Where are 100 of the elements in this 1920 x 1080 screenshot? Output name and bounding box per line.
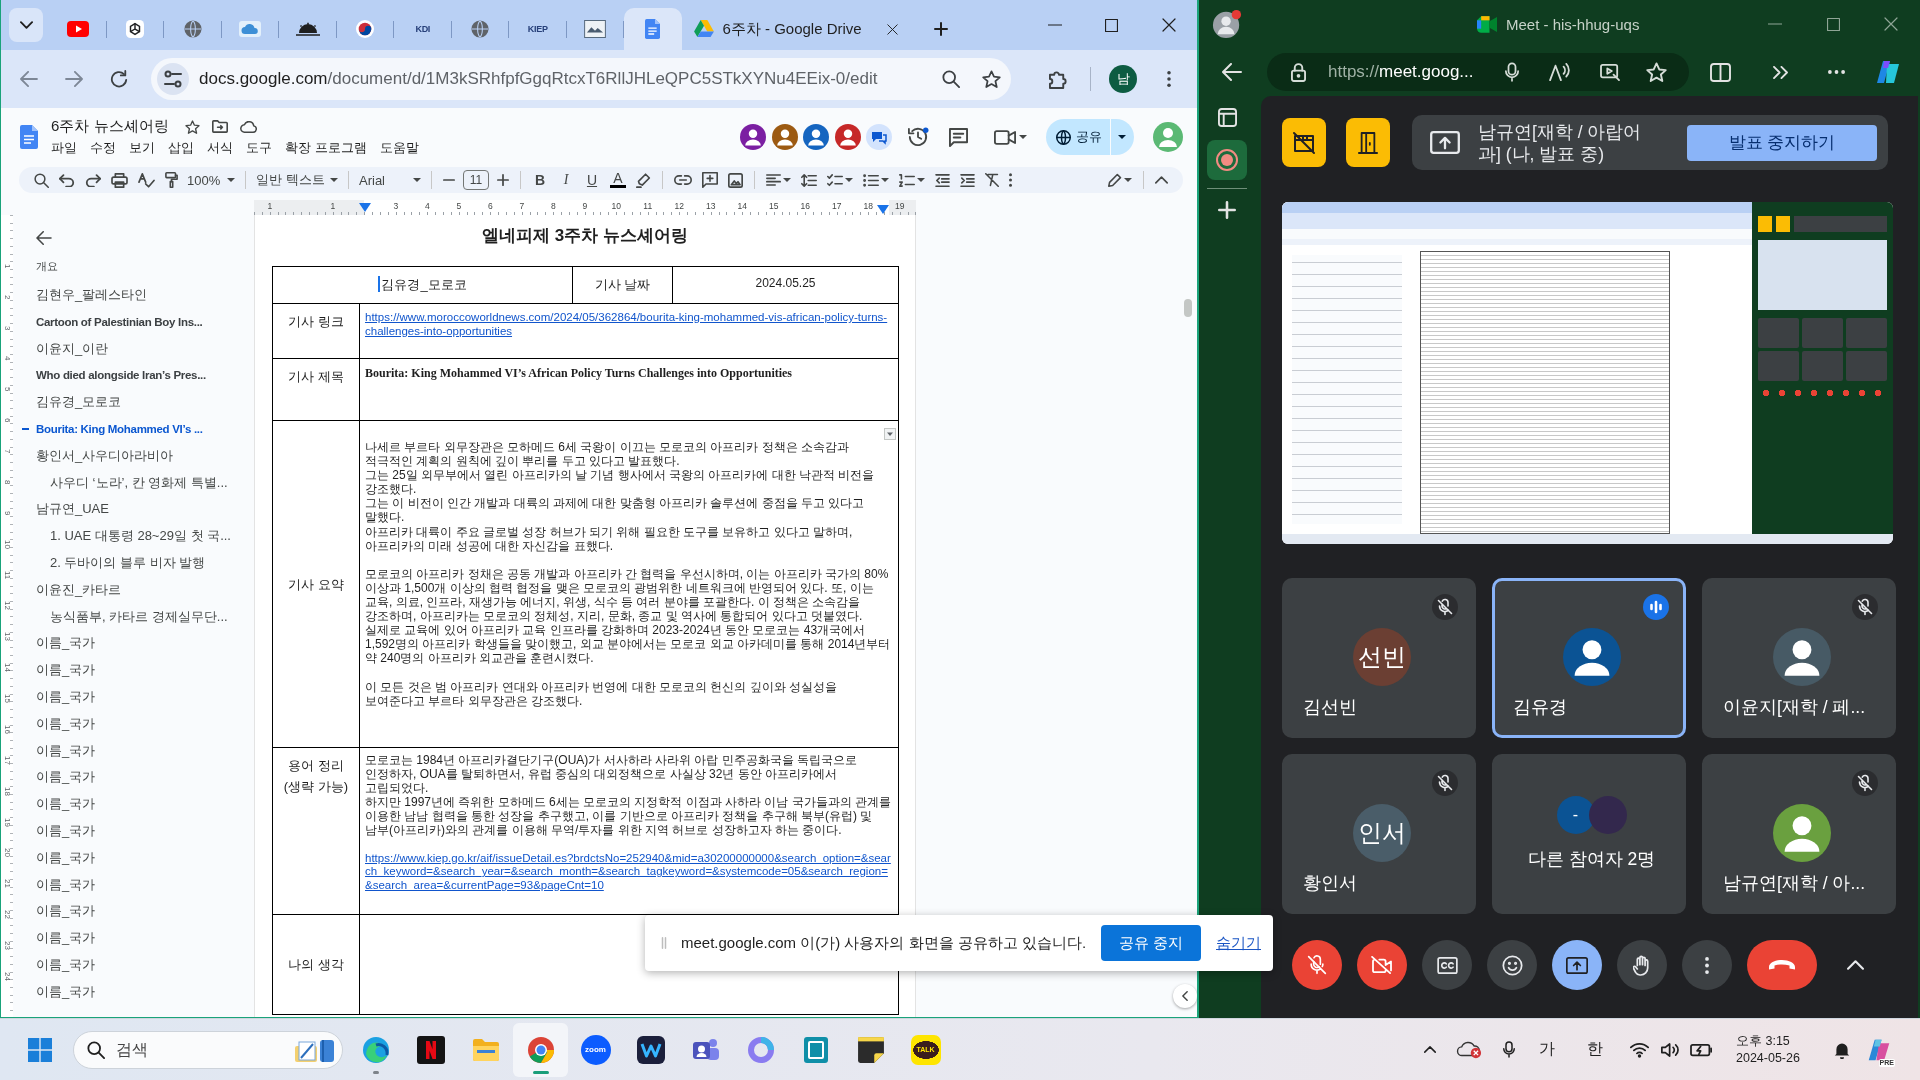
outline-item[interactable]: 이름_국가: [36, 715, 96, 732]
avatar-icon[interactable]: [803, 124, 829, 150]
reload-icon[interactable]: [110, 70, 128, 88]
outline-item[interactable]: 남규연_UAE: [36, 501, 109, 518]
slanted-logo-icon[interactable]: [1867, 1037, 1891, 1062]
outline-item[interactable]: 이윤지_이란: [36, 340, 109, 357]
avatar-icon[interactable]: [834, 124, 861, 150]
outline-item[interactable]: 농식품부, 카타르 경제실무단...: [50, 608, 228, 625]
leave-call-button[interactable]: [1747, 940, 1817, 990]
url-text[interactable]: docs.google.com/document/d/1M3kSRhfpfGgqRtcxT6RllJHLeQPC5STkXYNu4EEix-0/edit: [199, 69, 878, 89]
indent-marker-icon[interactable]: [358, 203, 371, 212]
outline-item[interactable]: 이름_국가: [36, 796, 96, 813]
lock-icon[interactable]: [1291, 62, 1306, 82]
magnifier-icon[interactable]: [942, 70, 960, 88]
menu-icon[interactable]: [1167, 71, 1171, 87]
align-left-icon[interactable]: [766, 174, 781, 186]
wifi-icon[interactable]: [1629, 1041, 1649, 1058]
comment-icon[interactable]: [949, 127, 968, 147]
chevron-up-icon[interactable]: [1155, 176, 1168, 184]
door-button[interactable]: [1346, 118, 1390, 167]
font-size-field[interactable]: 11: [463, 170, 489, 190]
split-screen-icon[interactable]: [1710, 62, 1731, 82]
more-icon[interactable]: [1009, 173, 1012, 187]
outline-item[interactable]: 김현우_팔레스타인: [36, 287, 148, 303]
language-indicator[interactable]: 한: [1587, 1039, 1603, 1060]
menu-item[interactable]: 도구: [246, 139, 272, 157]
star-icon[interactable]: [184, 119, 200, 134]
history-icon[interactable]: [907, 127, 929, 147]
clock-time[interactable]: 오후 3:15: [1736, 1032, 1790, 1050]
cloud-error-icon[interactable]: [1456, 1040, 1482, 1059]
read-aloud-icon[interactable]: [1549, 63, 1571, 81]
address-field[interactable]: https://meet.goog...: [1267, 53, 1689, 91]
pencil-icon[interactable]: [1108, 173, 1122, 187]
more-icon[interactable]: [1828, 70, 1845, 74]
close-icon[interactable]: [886, 23, 898, 35]
microphone-icon[interactable]: [1505, 62, 1519, 82]
redo-icon[interactable]: [85, 173, 101, 187]
outline-item[interactable]: Bourita: King Mohammed VI’s ...: [21, 421, 203, 437]
menu-item[interactable]: 서식: [207, 139, 233, 157]
outline-item[interactable]: Cartoon of Palestinian Boy Ins...: [36, 313, 203, 330]
font-dropdown[interactable]: Arial: [355, 169, 425, 191]
menu-item[interactable]: 도움말: [379, 139, 419, 157]
avatar-icon[interactable]: [740, 124, 766, 150]
outline-item[interactable]: 김유경_모로코: [36, 394, 122, 411]
chat-icon[interactable]: [866, 124, 892, 150]
site-info-icon[interactable]: [157, 63, 189, 95]
outline-item[interactable]: 1. UAE 대통령 28~29일 첫 국...: [50, 528, 231, 545]
collapse-button[interactable]: [1173, 984, 1197, 1008]
search-field[interactable]: 검색: [73, 1030, 343, 1069]
avatar-icon[interactable]: [771, 124, 798, 150]
menu-item[interactable]: 수정: [90, 139, 116, 157]
move-folder-icon[interactable]: [211, 120, 228, 133]
menu-item[interactable]: 파일: [51, 139, 77, 157]
hide-link[interactable]: 숨기기: [1216, 933, 1261, 953]
present-button[interactable]: [1552, 940, 1602, 990]
tab-search-button[interactable]: [9, 8, 43, 42]
dropdown-icon[interactable]: [884, 428, 896, 440]
outline-item[interactable]: 이름_국가: [36, 742, 96, 759]
outline-item[interactable]: 이름_국가: [36, 876, 96, 893]
battery-icon[interactable]: [1689, 1042, 1713, 1057]
paint-format-icon[interactable]: [165, 172, 178, 188]
outline-item[interactable]: 이름_국가: [36, 769, 96, 786]
plus-icon[interactable]: [933, 22, 948, 36]
caret-icon[interactable]: [1124, 178, 1132, 182]
outline-item[interactable]: 이름_국가: [36, 930, 96, 947]
start-icon[interactable]: [28, 1037, 52, 1062]
text-color-button[interactable]: A: [610, 172, 626, 188]
outline-item[interactable]: 2. 두바이의 블루 비자 발행: [50, 554, 206, 571]
camera-button[interactable]: [1357, 940, 1407, 990]
spellcheck-icon[interactable]: [138, 172, 155, 188]
link-icon[interactable]: [674, 175, 692, 185]
increase-indent-icon[interactable]: [960, 173, 975, 187]
chevron-up-icon[interactable]: [1424, 1046, 1436, 1053]
profile-avatar[interactable]: 남: [1109, 65, 1137, 93]
back-icon[interactable]: [36, 231, 52, 245]
caret-icon[interactable]: [845, 178, 853, 182]
zoom-dropdown[interactable]: 100%: [183, 169, 239, 191]
reactions-button[interactable]: [1487, 940, 1537, 990]
menu-item[interactable]: 확장 프로그램: [285, 139, 367, 157]
browser-tab[interactable]: 6주차 - Google Drive: [681, 8, 910, 50]
outline-item[interactable]: 이름_국가: [36, 956, 96, 973]
outline-item[interactable]: 이름_국가: [36, 849, 96, 866]
browser-tab[interactable]: KIEP: [509, 8, 567, 50]
outline-item[interactable]: 사우디 ‘노라’, 칸 영화제 특별...: [50, 474, 228, 491]
screen-play-icon[interactable]: [1600, 63, 1620, 81]
minimize-icon[interactable]: [1047, 24, 1062, 26]
bold-button[interactable]: B: [532, 172, 548, 188]
raise-hand-button[interactable]: [1617, 940, 1667, 990]
style-dropdown[interactable]: 일반 텍스트: [252, 169, 342, 191]
cloud-icon[interactable]: [239, 120, 257, 133]
outline-item[interactable]: 이윤진_카타르: [36, 581, 122, 598]
underline-button[interactable]: U: [584, 172, 600, 188]
volume-icon[interactable]: [1660, 1041, 1680, 1058]
menu-item[interactable]: 보기: [129, 139, 155, 157]
outline-item[interactable]: 이름_국가: [36, 688, 96, 705]
profile-icon[interactable]: [1212, 9, 1242, 39]
close-icon[interactable]: [1161, 18, 1176, 32]
menu-item[interactable]: 삽입: [168, 139, 194, 157]
checklist-icon[interactable]: [827, 173, 843, 187]
input-mode-indicator[interactable]: 가: [1539, 1039, 1555, 1060]
